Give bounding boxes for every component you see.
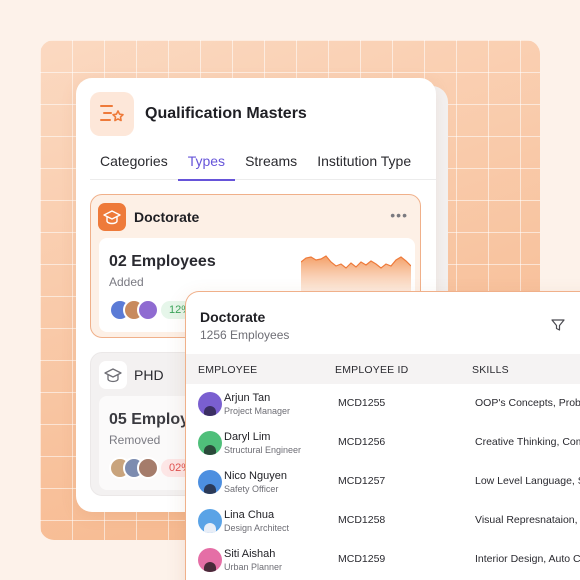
employee-skills: OOP's Concepts, Prob xyxy=(475,397,580,409)
avatar xyxy=(198,470,222,494)
table-header: EMPLOYEE EMPLOYEE ID SKILLS xyxy=(186,354,580,384)
table-row[interactable]: Siti Aishah Urban Planner MCD1259 Interi… xyxy=(186,540,580,579)
table-row[interactable]: Arjun Tan Project Manager MCD1255 OOP's … xyxy=(186,384,580,423)
tab-categories[interactable]: Categories xyxy=(90,144,178,180)
employee-name: Lina Chua xyxy=(224,509,275,521)
list-star-icon xyxy=(90,92,134,136)
employee-role: Project Manager xyxy=(224,406,291,416)
employee-table-panel: Doctorate 1256 Employees EMPLOYEE EMPLOY… xyxy=(185,291,580,580)
column-header[interactable]: EMPLOYEE ID xyxy=(335,364,408,376)
avatar xyxy=(137,457,159,479)
employee-id: MCD1259 xyxy=(338,553,386,565)
employee-id: MCD1258 xyxy=(338,514,386,526)
avatar-group xyxy=(109,299,159,321)
table-subtitle: 1256 Employees xyxy=(200,328,290,342)
tab-streams[interactable]: Streams xyxy=(235,144,307,180)
employee-skills: Visual Represnataion, xyxy=(475,514,578,526)
avatar xyxy=(198,392,222,416)
column-header[interactable]: EMPLOYEE xyxy=(198,364,257,376)
tab-institution-type[interactable]: Institution Type xyxy=(307,144,421,180)
card-title: Doctorate xyxy=(134,209,200,225)
employee-skills: Low Level Language, S xyxy=(475,475,580,487)
employee-role: Safety Officer xyxy=(224,484,279,494)
employee-id: MCD1256 xyxy=(338,436,386,448)
employee-name: Daryl Lim xyxy=(224,431,271,443)
stat-status: Removed xyxy=(109,433,161,447)
employee-skills: Creative Thinking, Com xyxy=(475,436,580,448)
more-options-icon[interactable]: ••• xyxy=(390,207,408,223)
table-row[interactable]: Nico Nguyen Safety Officer MCD1257 Low L… xyxy=(186,462,580,501)
filter-icon[interactable] xyxy=(550,317,566,333)
avatar xyxy=(198,548,222,572)
table-row[interactable]: Lina Chua Design Architect MCD1258 Visua… xyxy=(186,501,580,540)
employee-role: Urban Planner xyxy=(224,562,283,572)
tab-types[interactable]: Types xyxy=(177,144,236,181)
employee-name: Siti Aishah xyxy=(224,548,276,560)
page-title: Qualification Masters xyxy=(145,105,307,122)
employee-id: MCD1255 xyxy=(338,397,386,409)
tab-bar: Categories Types Streams Institution Typ… xyxy=(90,144,436,181)
employee-role: Design Architect xyxy=(224,523,290,533)
employee-name: Nico Nguyen xyxy=(224,470,287,482)
graduation-cap-icon xyxy=(99,361,127,389)
stat-status: Added xyxy=(109,275,144,289)
column-header[interactable]: SKILLS xyxy=(472,364,509,376)
employee-skills: Interior Design, Auto C xyxy=(475,553,580,565)
table-title: Doctorate xyxy=(200,309,266,325)
avatar xyxy=(198,509,222,533)
graduation-cap-icon xyxy=(98,203,126,231)
card-title: PHD xyxy=(134,367,164,383)
employee-count: 02 Employees xyxy=(109,253,216,270)
employee-name: Arjun Tan xyxy=(224,392,271,404)
table-row[interactable]: Daryl Lim Structural Engineer MCD1256 Cr… xyxy=(186,423,580,462)
employee-role: Structural Engineer xyxy=(224,445,302,455)
avatar xyxy=(137,299,159,321)
avatar-group xyxy=(109,457,159,479)
avatar xyxy=(198,431,222,455)
employee-id: MCD1257 xyxy=(338,475,386,487)
